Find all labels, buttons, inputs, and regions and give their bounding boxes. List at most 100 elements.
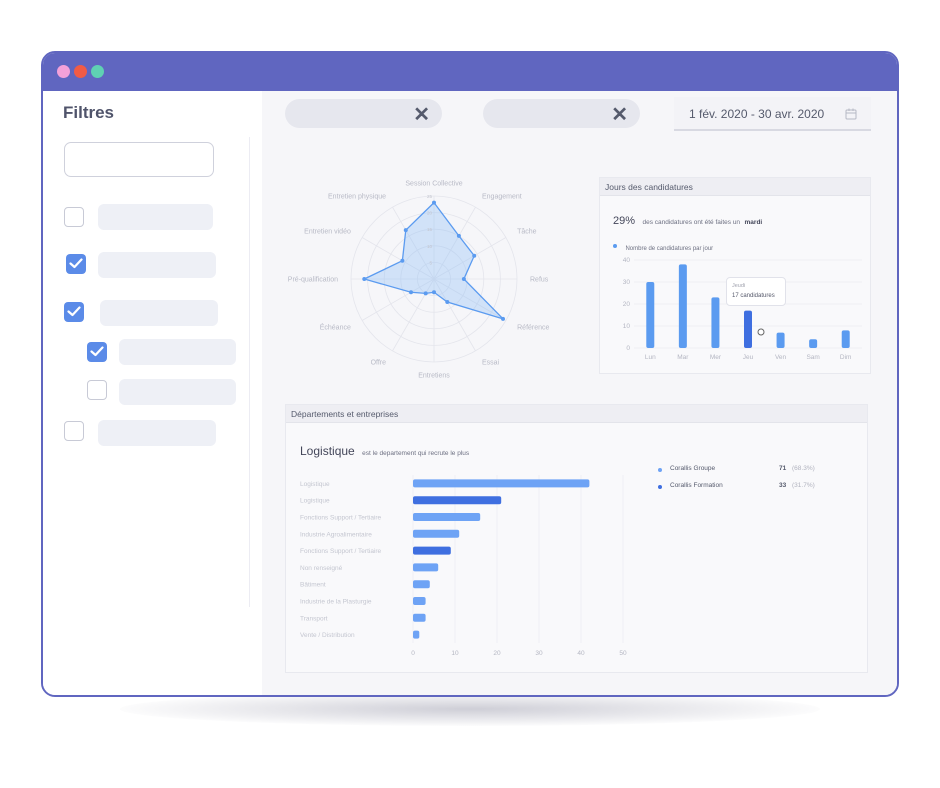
filter-checkbox-1[interactable]: [64, 207, 84, 227]
jours-bar: [809, 339, 818, 348]
close-icon[interactable]: ✕: [413, 102, 430, 127]
date-range-picker[interactable]: 1 fév. 2020 - 30 avr. 2020: [674, 97, 871, 131]
dept-bar: [413, 479, 590, 488]
radar-scale-tick: 15: [427, 227, 433, 232]
dept-x-tick: 0: [411, 650, 415, 657]
legend-name: Corallis Formation: [670, 482, 723, 489]
dept-bar: [413, 613, 426, 622]
dept-x-tick: 20: [493, 650, 501, 657]
departements-title: Départements et entreprises: [291, 409, 399, 419]
radar-axis-label: Entretien physique: [328, 193, 386, 200]
radar-point: [403, 228, 408, 233]
jours-title: Jours des candidatures: [605, 182, 693, 192]
legend-count: 71: [779, 465, 787, 472]
jours-stat-percent: 29%: [613, 215, 636, 227]
radar-scale-tick: 20: [427, 211, 433, 216]
dept-category-label: Industrie de la Plasturgie: [300, 599, 372, 606]
jours-y-tick: 30: [623, 279, 631, 286]
filter-checkbox-4[interactable]: [64, 421, 84, 441]
radar-chart: Session Collective Engagement Tâche Refus Ré…: [288, 181, 550, 380]
legend-dot-icon: [613, 243, 617, 248]
radar-point: [408, 290, 413, 295]
radar-axis-label: Échéance: [320, 323, 351, 332]
window-titlebar: [43, 53, 897, 91]
departements-highlight-value: Logistique: [300, 444, 355, 458]
dept-bar: [413, 496, 502, 505]
departements-panel-header: Départements et entreprises: [286, 405, 867, 423]
close-icon[interactable]: ✕: [611, 102, 628, 127]
legend-count: 33: [779, 482, 787, 489]
jours-bar: [678, 264, 687, 348]
legend-item: Corallis Groupe 71 (68.3%): [658, 465, 858, 477]
dept-x-tick: 40: [577, 650, 585, 657]
filter-label-placeholder-2: [98, 252, 216, 278]
dept-category-label: Fonctions Support / Tertiaire: [300, 548, 382, 555]
tooltip-text: 17 candidatures: [732, 293, 775, 299]
filter-checkbox-3a[interactable]: [87, 342, 107, 362]
dept-bar: [413, 513, 481, 521]
jours-y-tick: 20: [623, 301, 631, 308]
jours-x-tick: Mer: [710, 354, 722, 361]
jours-x-tick: Jeu: [743, 354, 754, 361]
dept-bar: [413, 546, 451, 555]
filter-checkbox-3b[interactable]: [87, 380, 107, 400]
departements-highlight: Logistique est le departement qui recrut…: [300, 442, 469, 460]
jours-y-tick: 10: [623, 323, 631, 330]
radar-axis-label: Pré-qualification: [288, 277, 338, 284]
radar-point: [445, 300, 450, 305]
dept-bar: [413, 529, 460, 538]
radar-scale-tick: 10: [427, 244, 433, 249]
radar-axis-label: Essai: [482, 360, 500, 367]
date-range-value: 1 fév. 2020 - 30 avr. 2020: [689, 107, 825, 121]
jours-bar: [711, 297, 720, 348]
maximize-dot[interactable]: [91, 65, 104, 78]
jours-tooltip: Jeudi 17 candidatures: [726, 277, 786, 306]
jours-x-tick: Dim: [840, 354, 852, 361]
legend-dot-icon: [658, 468, 662, 472]
jours-stat-text: des candidatures ont été faites un: [642, 219, 741, 226]
dept-bar: [413, 630, 420, 639]
departements-bar-chart: 0 10 20 30 40 50 Logistique Logistique Fonctions…: [300, 475, 627, 657]
radar-point: [501, 316, 506, 321]
dept-x-tick: 50: [619, 650, 627, 657]
dept-category-label: Industrie Agroalimentaire: [300, 531, 372, 538]
dept-category-label: Transport: [300, 615, 328, 622]
departements-panel: Départements et entreprises Logistique e…: [285, 404, 868, 673]
window-shadow: [120, 692, 820, 726]
legend-name: Corallis Groupe: [670, 465, 716, 472]
dept-bar: [413, 580, 430, 589]
radar-point: [432, 290, 436, 295]
dept-bar: [413, 597, 426, 605]
filter-search-input[interactable]: [64, 142, 214, 177]
jours-bar: [776, 332, 785, 348]
legend-dot-icon: [658, 485, 662, 489]
dept-bar: [413, 563, 439, 572]
calendar-icon[interactable]: [845, 108, 857, 120]
dept-x-tick: 10: [451, 650, 459, 657]
minimize-dot[interactable]: [74, 65, 87, 78]
filter-chip-2[interactable]: ✕: [483, 99, 640, 128]
jours-y-tick: 40: [623, 257, 631, 264]
dept-category-label: Non renseigné: [300, 565, 343, 572]
jours-bar: [646, 282, 655, 348]
radar-axis-label: Référence: [517, 325, 549, 332]
close-dot[interactable]: [57, 65, 70, 78]
filter-chip-1[interactable]: ✕: [285, 99, 442, 128]
filter-label-placeholder-3b: [119, 379, 236, 405]
radar-point: [461, 277, 466, 281]
jours-x-tick: Lun: [645, 354, 656, 361]
tooltip-day: Jeudi: [732, 283, 746, 289]
dept-category-label: Vente / Distribution: [300, 632, 355, 639]
filter-checkbox-2[interactable]: [66, 254, 86, 274]
dept-category-label: Fonctions Support / Tertiaire: [300, 515, 382, 522]
jours-stat-day: mardi: [744, 219, 763, 226]
legend-item: Corallis Formation 33 (31.7%): [658, 482, 858, 494]
radar-point: [400, 258, 405, 263]
jours-x-tick: Ven: [775, 354, 787, 361]
radar-scale-tick: 25: [427, 194, 433, 199]
filter-checkbox-3[interactable]: [64, 302, 84, 322]
jours-bar: [841, 330, 850, 348]
radar-point: [456, 233, 461, 238]
filters-title: Filtres: [63, 103, 115, 122]
cursor-icon: [757, 328, 765, 336]
